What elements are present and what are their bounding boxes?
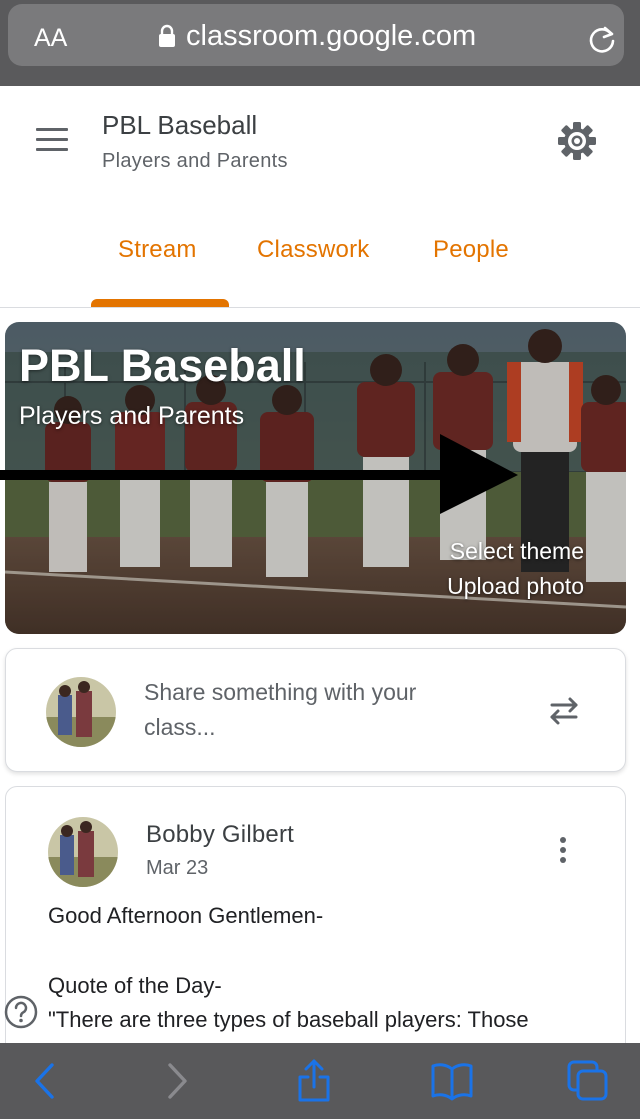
banner-subtitle: Players and Parents xyxy=(19,402,245,430)
repost-icon[interactable] xyxy=(546,693,582,729)
post-body-line: Quote of the Day- xyxy=(48,973,222,998)
tabs-icon[interactable] xyxy=(566,1059,610,1103)
post-body-line: "There are three types of baseball playe… xyxy=(48,1007,529,1032)
class-section: Players and Parents xyxy=(102,150,288,172)
post-date: Mar 23 xyxy=(146,857,209,879)
hamburger-menu-icon[interactable] xyxy=(36,128,70,154)
share-placeholder[interactable]: Share something with your class... xyxy=(144,675,464,745)
active-tab-indicator xyxy=(91,299,229,307)
browser-top-bar: AA classroom.google.com xyxy=(0,0,640,86)
upload-photo-link[interactable]: Upload photo xyxy=(447,573,584,600)
avatar xyxy=(48,817,118,887)
select-theme-link[interactable]: Select theme xyxy=(450,538,584,565)
tab-bar: Stream Classwork People xyxy=(0,230,640,308)
lock-icon xyxy=(159,24,175,47)
share-placeholder-line2: class... xyxy=(144,714,216,740)
post-author: Bobby Gilbert xyxy=(146,821,295,848)
address-bar[interactable]: AA classroom.google.com xyxy=(8,4,624,66)
annotation-arrow xyxy=(0,434,518,514)
gear-icon[interactable] xyxy=(556,120,598,162)
help-icon[interactable] xyxy=(4,995,38,1029)
more-vert-icon[interactable] xyxy=(556,837,570,867)
back-icon[interactable] xyxy=(32,1061,56,1101)
text-size-button[interactable]: AA xyxy=(34,24,67,53)
share-icon[interactable] xyxy=(296,1057,332,1103)
class-title[interactable]: PBL Baseball xyxy=(102,110,257,141)
browser-toolbar xyxy=(0,1043,640,1119)
share-post-box[interactable]: Share something with your class... xyxy=(5,648,626,772)
reload-icon[interactable] xyxy=(586,24,618,56)
tab-classwork[interactable]: Classwork xyxy=(257,236,369,264)
tab-stream[interactable]: Stream xyxy=(118,236,197,264)
url-display[interactable]: classroom.google.com xyxy=(158,20,476,52)
share-placeholder-line1: Share something with your xyxy=(144,679,417,705)
avatar xyxy=(46,677,116,747)
post-body-line: Good Afternoon Gentlemen- xyxy=(48,903,324,928)
bookmarks-icon[interactable] xyxy=(430,1061,474,1101)
tab-people[interactable]: People xyxy=(433,236,509,264)
banner-title: PBL Baseball xyxy=(19,340,306,391)
url-text: classroom.google.com xyxy=(186,19,477,52)
forward-icon[interactable] xyxy=(166,1061,190,1101)
